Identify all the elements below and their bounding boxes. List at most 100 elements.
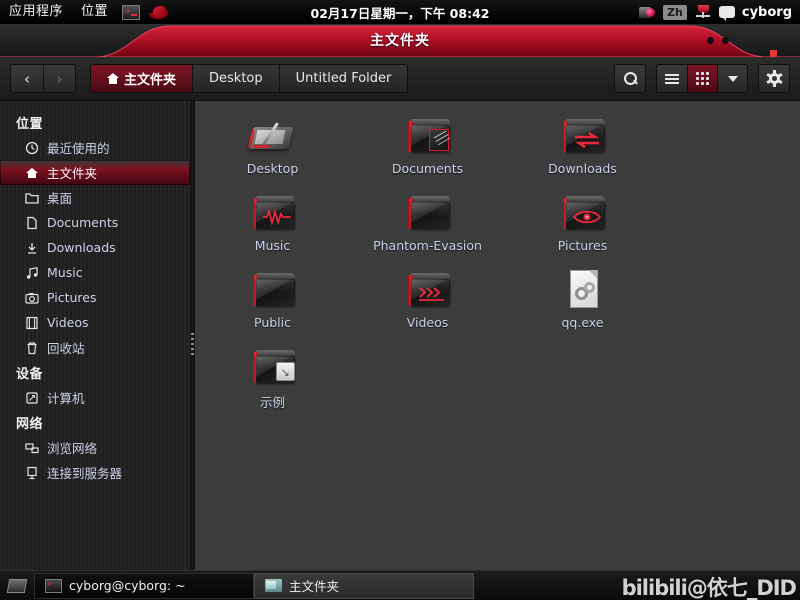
sidebar-item-music[interactable]: Music bbox=[0, 260, 190, 285]
sidebar-item-label: Documents bbox=[47, 215, 119, 230]
sidebar-item-computer[interactable]: 计算机 bbox=[0, 385, 190, 410]
sidebar-item-desktop[interactable]: 桌面 bbox=[0, 185, 190, 210]
breadcrumb-item-home[interactable]: 主文件夹 bbox=[91, 65, 193, 92]
list-icon bbox=[665, 73, 679, 84]
show-desktop-icon[interactable] bbox=[3, 575, 31, 597]
music-folder-icon bbox=[247, 188, 299, 236]
sidebar-item-label: 计算机 bbox=[47, 391, 85, 406]
sidebar-item-downloads[interactable]: Downloads bbox=[0, 235, 190, 260]
file-manager-window: 主文件夹 ‹ › 主文件夹 Desktop Untitled Folder 位置… bbox=[0, 24, 800, 570]
file-item-documents[interactable]: Documents bbox=[350, 109, 505, 186]
sidebar-item-home[interactable]: 主文件夹 bbox=[0, 160, 190, 185]
titlebar-accent-bar bbox=[770, 50, 777, 57]
sidebar-group-places: 位置 bbox=[16, 117, 44, 132]
forward-button[interactable]: › bbox=[43, 65, 75, 92]
server-icon bbox=[25, 466, 39, 480]
back-button[interactable]: ‹ bbox=[11, 65, 43, 92]
document-icon bbox=[25, 216, 39, 230]
sidebar-item-connect-to-server[interactable]: 连接到服务器 bbox=[0, 460, 190, 485]
file-item-pictures[interactable]: Pictures bbox=[505, 186, 660, 263]
breadcrumb-label: Desktop bbox=[209, 71, 263, 86]
sidebar-item-browse-network[interactable]: 浏览网络 bbox=[0, 435, 190, 460]
toolbar-actions bbox=[614, 64, 790, 93]
sidebar-item-label: 浏览网络 bbox=[47, 441, 98, 456]
taskbar-item-terminal[interactable]: cyborg@cyborg: ~ bbox=[34, 572, 254, 599]
resize-grip-icon bbox=[191, 333, 194, 357]
sidebar-item-label: 主文件夹 bbox=[47, 166, 98, 181]
grid-view-button[interactable] bbox=[687, 65, 717, 92]
file-label: Public bbox=[254, 315, 291, 330]
message-bubble-icon[interactable] bbox=[718, 6, 735, 21]
camera-icon[interactable] bbox=[639, 5, 656, 20]
downloads-folder-icon bbox=[557, 111, 609, 159]
file-list-area[interactable]: Desktop Documents Downloads Music Phanto… bbox=[195, 101, 800, 570]
clock-icon bbox=[25, 141, 39, 155]
waveform-icon bbox=[262, 209, 291, 225]
symlink-folder-icon: ↘ bbox=[247, 342, 299, 390]
taskbar-item-file-manager[interactable]: 主文件夹 bbox=[254, 572, 474, 599]
window-button-1[interactable] bbox=[707, 37, 714, 44]
file-item-music[interactable]: Music bbox=[195, 186, 350, 263]
file-item-public[interactable]: Public bbox=[195, 263, 350, 340]
sidebar-item-videos[interactable]: Videos bbox=[0, 310, 190, 335]
menu-places[interactable]: 位置 bbox=[72, 0, 117, 24]
window-button-2[interactable] bbox=[722, 37, 729, 44]
breadcrumb-label: 主文件夹 bbox=[124, 73, 177, 88]
file-label: Music bbox=[254, 238, 291, 253]
search-icon bbox=[623, 72, 637, 85]
file-item-qq-exe[interactable]: qq.exe bbox=[505, 263, 660, 340]
view-options-button[interactable] bbox=[717, 65, 747, 92]
sidebar-item-trash[interactable]: 回收站 bbox=[0, 335, 190, 360]
executable-file-icon bbox=[557, 265, 609, 313]
breadcrumb-item-untitled-folder[interactable]: Untitled Folder bbox=[278, 65, 408, 92]
file-label: Videos bbox=[406, 315, 449, 330]
search-button[interactable] bbox=[615, 65, 645, 92]
taskbar-item-label: cyborg@cyborg: ~ bbox=[69, 578, 186, 593]
download-icon bbox=[25, 241, 39, 255]
file-item-example[interactable]: ↘ 示例 bbox=[195, 340, 350, 417]
grid-icon bbox=[696, 72, 709, 85]
eye-icon bbox=[572, 210, 601, 224]
pictures-folder-icon bbox=[557, 188, 609, 236]
sidebar-item-label: 连接到服务器 bbox=[47, 466, 123, 481]
folder-icon bbox=[265, 579, 282, 592]
window-body: 位置 最近使用的 主文件夹 桌面 Documents Downloads Mus… bbox=[0, 101, 800, 570]
sidebar-group-devices: 设备 bbox=[16, 367, 44, 382]
taskbar-item-label: 主文件夹 bbox=[289, 579, 340, 594]
terminal-icon bbox=[45, 578, 62, 593]
toolbar: ‹ › 主文件夹 Desktop Untitled Folder bbox=[0, 57, 800, 101]
music-note-icon bbox=[25, 266, 39, 280]
sidebar-item-recent[interactable]: 最近使用的 bbox=[0, 135, 190, 160]
videos-folder-icon bbox=[402, 265, 454, 313]
computer-icon bbox=[25, 391, 39, 405]
window-titlebar[interactable]: 主文件夹 bbox=[0, 24, 800, 57]
screen: 应用程序 位置 02月17日星期一，下午 08:42 Zh cyborg bbox=[0, 0, 800, 600]
breadcrumb-item-desktop[interactable]: Desktop bbox=[192, 65, 279, 92]
settings-button[interactable] bbox=[759, 65, 789, 92]
terminal-icon[interactable] bbox=[120, 3, 142, 21]
home-icon bbox=[25, 166, 39, 180]
file-label: 示例 bbox=[259, 395, 285, 410]
settings-group bbox=[758, 64, 790, 93]
file-label: Documents bbox=[391, 161, 464, 176]
fedora-hat-icon[interactable] bbox=[148, 3, 170, 21]
search-group bbox=[614, 64, 646, 93]
sidebar-group-network: 网络 bbox=[16, 417, 44, 432]
file-item-phantom-evasion[interactable]: Phantom-Evasion bbox=[350, 186, 505, 263]
menu-applications[interactable]: 应用程序 bbox=[0, 0, 72, 24]
input-method-indicator[interactable]: Zh bbox=[663, 4, 687, 20]
camera-icon bbox=[25, 291, 39, 305]
volume-icon[interactable] bbox=[694, 5, 712, 19]
file-item-desktop[interactable]: Desktop bbox=[195, 109, 350, 186]
list-view-button[interactable] bbox=[657, 65, 687, 92]
sidebar-item-label: 最近使用的 bbox=[47, 141, 110, 156]
sidebar-item-label: 回收站 bbox=[47, 341, 85, 356]
desktop-tablet-icon bbox=[247, 111, 299, 159]
sidebar-item-pictures[interactable]: Pictures bbox=[0, 285, 190, 310]
sidebar-item-documents[interactable]: Documents bbox=[0, 210, 190, 235]
file-item-downloads[interactable]: Downloads bbox=[505, 109, 660, 186]
file-item-videos[interactable]: Videos bbox=[350, 263, 505, 340]
file-label: Downloads bbox=[548, 161, 617, 176]
user-menu[interactable]: cyborg bbox=[742, 5, 792, 20]
sidebar-item-label: Videos bbox=[47, 315, 89, 330]
